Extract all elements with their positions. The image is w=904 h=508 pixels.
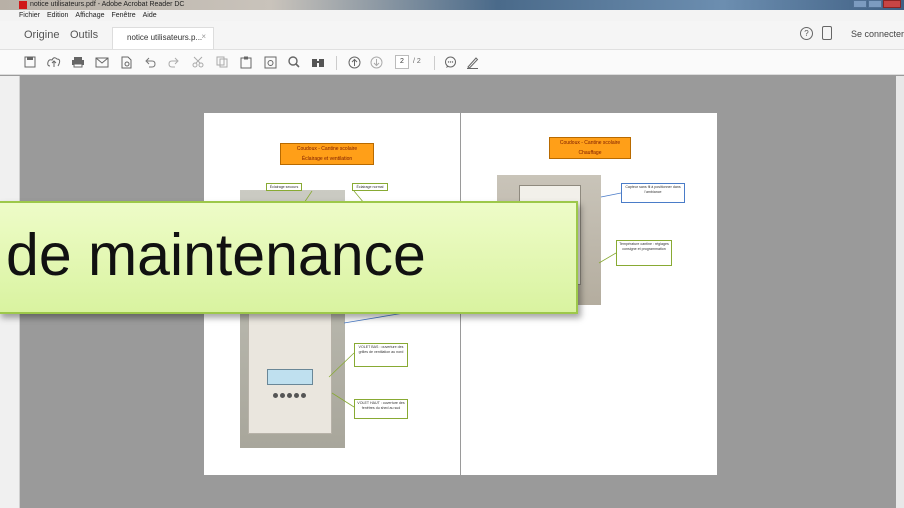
- window-controls: [853, 0, 901, 9]
- maximize-button[interactable]: [868, 0, 882, 8]
- toolbar-separator: [434, 56, 435, 70]
- menu-item-fichier[interactable]: Fichier: [19, 10, 40, 21]
- toolbar-separator: [336, 56, 337, 70]
- email-icon[interactable]: [94, 54, 110, 70]
- tab-close-icon[interactable]: ×: [201, 32, 206, 41]
- snapshot-icon[interactable]: [262, 54, 278, 70]
- cloud-upload-icon[interactable]: [46, 54, 62, 70]
- zoom-search-icon[interactable]: [286, 54, 302, 70]
- mobile-link-icon[interactable]: [822, 26, 832, 40]
- help-icon[interactable]: ?: [800, 27, 813, 40]
- tab-document-label: notice utilisateurs.p...: [127, 33, 203, 42]
- sign-in-link[interactable]: Se connecter: [851, 29, 904, 39]
- window-title: notice utilisateurs.pdf - Adobe Acrobat …: [30, 1, 185, 8]
- copy-icon[interactable]: [214, 54, 230, 70]
- menu-item-fenetre[interactable]: Fenêtre: [111, 10, 135, 21]
- comment-icon[interactable]: [442, 54, 458, 70]
- find-binoculars-icon[interactable]: [310, 54, 326, 70]
- caption-text: de maintenance: [6, 222, 426, 288]
- acrobat-app-icon: [19, 1, 27, 9]
- minimize-button[interactable]: [853, 0, 867, 8]
- page-total: / 2: [413, 58, 421, 65]
- sign-pen-icon[interactable]: [464, 54, 480, 70]
- tab-document[interactable]: notice utilisateurs.p... ×: [112, 27, 214, 49]
- tab-tools[interactable]: Outils: [70, 29, 98, 41]
- redo-icon[interactable]: [166, 54, 182, 70]
- toolbar: 2 / 2: [0, 50, 904, 75]
- menu-item-edition[interactable]: Edition: [47, 10, 68, 21]
- print-icon[interactable]: [70, 54, 86, 70]
- undo-icon[interactable]: [142, 54, 158, 70]
- menu-item-affichage[interactable]: Affichage: [75, 10, 104, 21]
- close-window-button[interactable]: [883, 0, 901, 8]
- paste-icon[interactable]: [238, 54, 254, 70]
- caption-overlay: de maintenance: [0, 201, 578, 314]
- tab-home[interactable]: Origine: [24, 29, 59, 41]
- vertical-scrollbar[interactable]: [896, 76, 904, 508]
- page-number-input[interactable]: 2: [395, 55, 409, 69]
- previous-page-icon[interactable]: [346, 54, 362, 70]
- menu-bar: Fichier Edition Affichage Fenêtre Aide: [0, 10, 904, 21]
- cut-icon[interactable]: [190, 54, 206, 70]
- tab-bar: Origine Outils notice utilisateurs.p... …: [0, 21, 904, 50]
- menu-item-aide[interactable]: Aide: [143, 10, 157, 21]
- next-page-icon[interactable]: [368, 54, 384, 70]
- title-bar: notice utilisateurs.pdf - Adobe Acrobat …: [0, 0, 904, 10]
- save-icon[interactable]: [22, 54, 38, 70]
- search-document-icon[interactable]: [118, 54, 134, 70]
